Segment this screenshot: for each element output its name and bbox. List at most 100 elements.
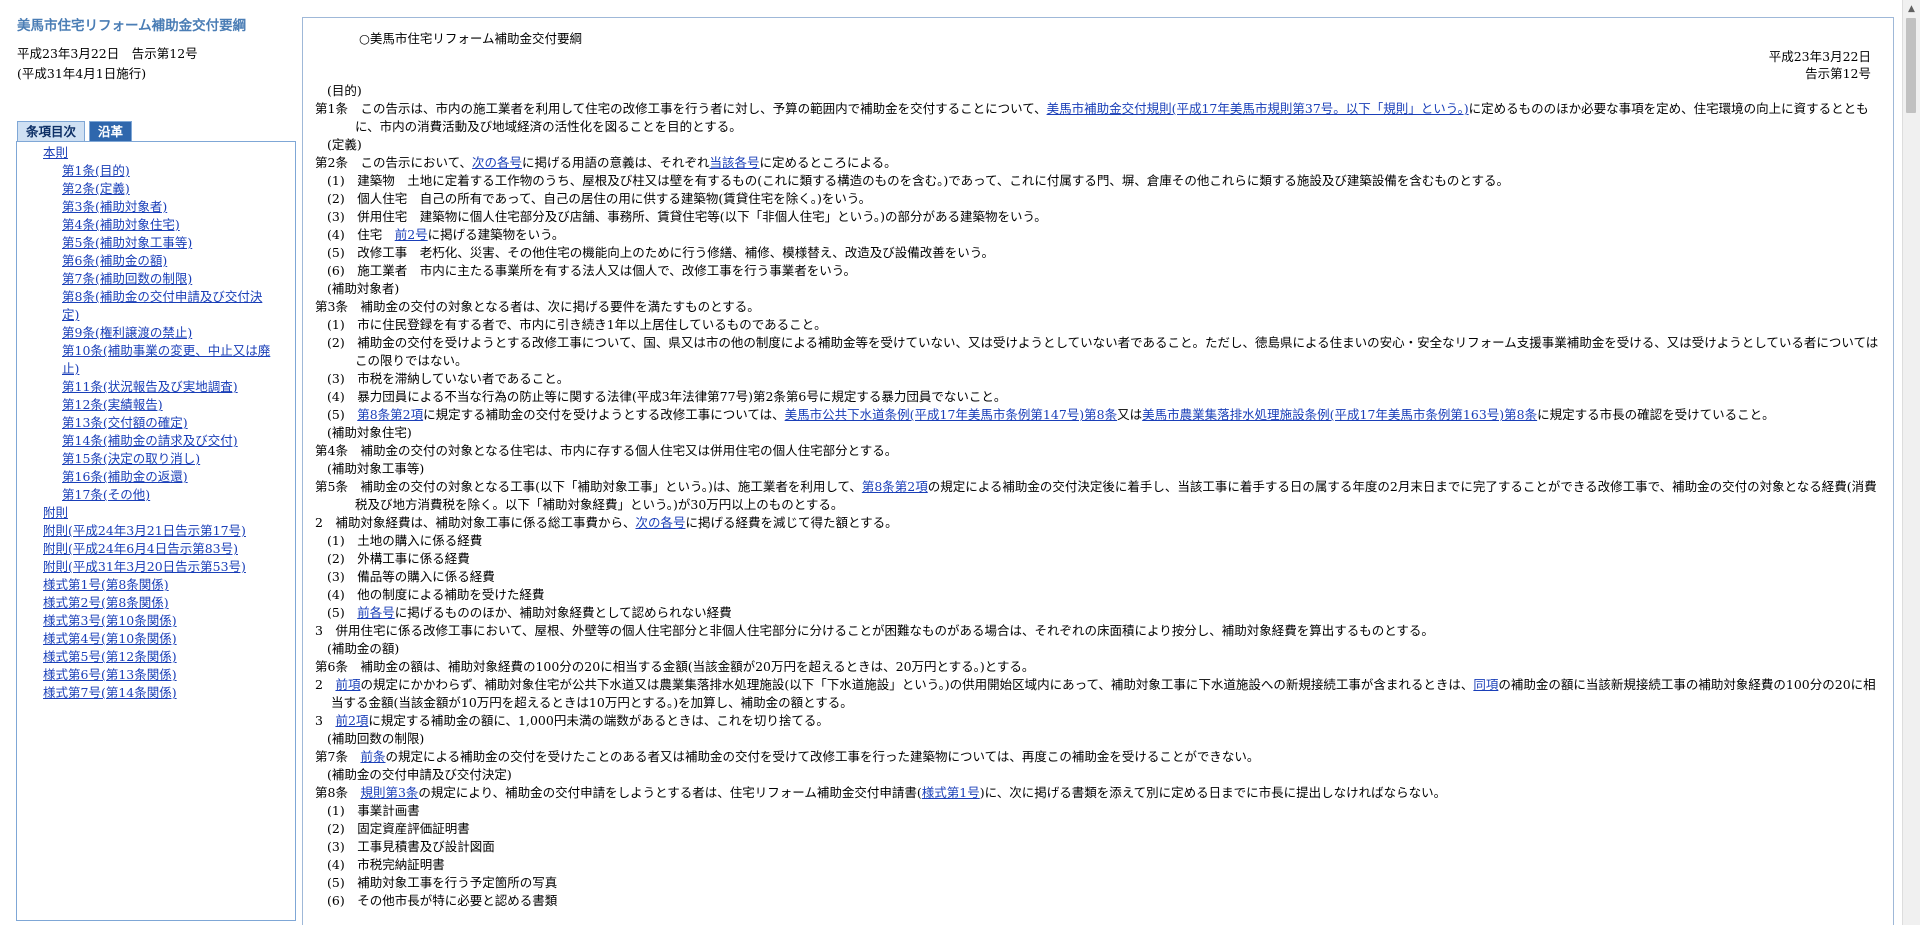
text-segment: 第8条: [315, 785, 361, 800]
text-segment: (1) 土地の購入に係る経費: [327, 533, 483, 548]
toc-link[interactable]: 様式第7号(第14条関係): [17, 684, 295, 702]
text-segment: に規定する補助金の額に、1,000円未満の端数があるときは、これを切り捨てる。: [368, 713, 829, 728]
toc-link[interactable]: 第3条(補助対象者): [17, 198, 295, 216]
text-segment: (補助回数の制限): [327, 731, 425, 746]
article-item: (2) 外構工事に係る経費: [315, 550, 1879, 568]
toc-link[interactable]: 附則(平成24年3月21日告示第17号): [17, 522, 295, 540]
article-item: (2) 補助金の交付を受けようとする改修工事について、国、県又は市の他の制度によ…: [315, 334, 1879, 370]
text-segment: (目的): [327, 83, 362, 98]
text-segment: に掲げるもののほか、補助対象経費として認められない経費: [394, 605, 732, 620]
text-segment: に規定する市長の確認を受けていること。: [1537, 407, 1775, 422]
text-segment: 3 併用住宅に係る改修工事において、屋根、外壁等の個人住宅部分と非個人住宅部分に…: [315, 623, 1434, 638]
reference-link[interactable]: 前各号: [357, 605, 395, 620]
scroll-up-arrow-icon[interactable]: ▲: [1903, 0, 1920, 17]
vertical-scrollbar[interactable]: ▲: [1902, 0, 1920, 925]
reference-link[interactable]: 前項: [335, 677, 360, 692]
text-segment: 第6条 補助金の額は、補助対象経費の100分の20に相当する金額(当該金額が20…: [315, 659, 1035, 674]
toc-link[interactable]: 第11条(状況報告及び実地調査): [17, 378, 295, 396]
text-segment: 2 補助対象経費は、補助対象工事に係る総工事費から、: [315, 515, 636, 530]
toc-link[interactable]: 様式第3号(第10条関係): [17, 612, 295, 630]
toc-link[interactable]: 第6条(補助金の額): [17, 252, 295, 270]
toc-link[interactable]: 様式第1号(第8条関係): [17, 576, 295, 594]
tab-history[interactable]: 沿革: [89, 121, 133, 142]
toc-link[interactable]: 第2条(定義): [17, 180, 295, 198]
document-title: ○美馬市住宅リフォーム補助金交付要綱: [359, 31, 583, 46]
reference-link[interactable]: 第8条第2項: [862, 479, 928, 494]
reference-link[interactable]: 当該各号: [710, 155, 760, 170]
toc-link[interactable]: 様式第4号(第10条関係): [17, 630, 295, 648]
toc-link[interactable]: 第14条(補助金の請求及び交付): [17, 432, 295, 450]
text-segment: 第2条 この告示において、: [315, 155, 472, 170]
toc-link[interactable]: 第13条(交付額の確定): [17, 414, 295, 432]
text-segment: (4) 他の制度による補助を受けた経費: [327, 587, 545, 602]
article-text: 第7条 前条の規定による補助金の交付を受けたことのある者又は補助金の交付を受けて…: [315, 748, 1879, 766]
toc-link[interactable]: 第7条(補助回数の制限): [17, 270, 295, 288]
toc-link[interactable]: 定): [17, 306, 295, 324]
reference-link[interactable]: 美馬市補助金交付規則(平成17年美馬市規則第37号。以下「規則」という。): [1047, 101, 1469, 116]
text-segment: (1) 市に住民登録を有する者で、市内に引き続き1年以上居住しているものであるこ…: [327, 317, 827, 332]
tab-toc[interactable]: 条項目次: [17, 121, 86, 142]
toc-link[interactable]: 第16条(補助金の返還): [17, 468, 295, 486]
toc-link[interactable]: 様式第6号(第13条関係): [17, 666, 295, 684]
toc-link[interactable]: 第8条(補助金の交付申請及び交付決: [17, 288, 295, 306]
text-segment: (補助金の交付申請及び交付決定): [327, 767, 512, 782]
article-text: 第1条 この告示は、市内の施工業者を利用して住宅の改修工事を行う者に対し、予算の…: [315, 100, 1879, 136]
text-segment: (補助金の額): [327, 641, 400, 656]
toc-link[interactable]: 第4条(補助対象住宅): [17, 216, 295, 234]
sidebar-tabs: 条項目次 沿革: [17, 121, 136, 142]
text-segment: に掲げる経費を減じて得た額とする。: [685, 515, 898, 530]
toc-link[interactable]: 様式第2号(第8条関係): [17, 594, 295, 612]
toc-link[interactable]: 第5条(補助対象工事等): [17, 234, 295, 252]
article-caption: (補助金の交付申請及び交付決定): [315, 766, 1879, 784]
reference-link[interactable]: 第8条第2項: [357, 407, 423, 422]
toc-link[interactable]: 第17条(その他): [17, 486, 295, 504]
toc-link[interactable]: 第10条(補助事業の変更、中止又は廃: [17, 342, 295, 360]
toc-link[interactable]: 止): [17, 360, 295, 378]
toc-link[interactable]: 様式第5号(第12条関係): [17, 648, 295, 666]
article-item: (1) 市に住民登録を有する者で、市内に引き続き1年以上居住しているものであるこ…: [315, 316, 1879, 334]
article-item: (1) 土地の購入に係る経費: [315, 532, 1879, 550]
article-item: (5) 改修工事 老朽化、災害、その他住宅の機能向上のために行う修繕、補修、模様…: [315, 244, 1879, 262]
toc-link[interactable]: 附則(平成24年6月4日告示第83号): [17, 540, 295, 558]
text-segment: 第4条 補助金の交付の対象となる住宅は、市内に存する個人住宅又は併用住宅の個人住…: [315, 443, 898, 458]
reference-link[interactable]: 前2項: [335, 713, 368, 728]
article-item: (3) 備品等の購入に係る経費: [315, 568, 1879, 586]
article-item: (3) 市税を滞納していない者であること。: [315, 370, 1879, 388]
text-segment: に規定する補助金の交付を受けようとする改修工事については、: [423, 407, 785, 422]
reference-link[interactable]: 美馬市農業集落排水処理施設条例(平成17年美馬市条例第163号)第8条: [1142, 407, 1537, 422]
article-item: (6) 施工業者 市内に主たる事業所を有する法人又は個人で、改修工事を行う事業者…: [315, 262, 1879, 280]
toc-link[interactable]: 第15条(決定の取り消し): [17, 450, 295, 468]
reference-link[interactable]: 次の各号: [472, 155, 522, 170]
text-segment: (4) 市税完納証明書: [327, 857, 445, 872]
reference-link[interactable]: 美馬市公共下水道条例(平成17年美馬市条例第147号)第8条: [785, 407, 1117, 422]
reference-link[interactable]: 前2号: [395, 227, 428, 242]
text-segment: に掲げる建築物をいう。: [427, 227, 565, 242]
toc-link[interactable]: 本則: [17, 144, 295, 162]
text-segment: (5) 補助対象工事を行う予定箇所の写真: [327, 875, 558, 890]
reference-link[interactable]: 様式第1号: [922, 785, 980, 800]
toc-link[interactable]: 第9条(権利譲渡の禁止): [17, 324, 295, 342]
text-segment: (2) 固定資産評価証明書: [327, 821, 470, 836]
article-caption: (目的): [315, 82, 1879, 100]
text-segment: (5): [327, 407, 358, 422]
toc-link[interactable]: 附則: [17, 504, 295, 522]
reference-link[interactable]: 同項: [1473, 677, 1498, 692]
document-date: 平成23年3月22日: [1768, 49, 1871, 64]
text-segment: 2: [315, 677, 336, 692]
article-caption: (補助対象工事等): [315, 460, 1879, 478]
document-notice-number: 告示第12号: [1805, 66, 1871, 81]
toc-link[interactable]: 附則(平成31年3月20日告示第53号): [17, 558, 295, 576]
reference-link[interactable]: 前条: [360, 749, 385, 764]
reference-link[interactable]: 規則第3条: [360, 785, 418, 800]
text-segment: 第7条: [315, 749, 361, 764]
text-segment: (補助対象工事等): [327, 461, 425, 476]
scroll-thumb[interactable]: [1906, 18, 1916, 113]
toc-link[interactable]: 第1条(目的): [17, 162, 295, 180]
article-item: (2) 固定資産評価証明書: [315, 820, 1879, 838]
article-paragraph: 3 併用住宅に係る改修工事において、屋根、外壁等の個人住宅部分と非個人住宅部分に…: [315, 622, 1879, 640]
toc-link[interactable]: 第12条(実績報告): [17, 396, 295, 414]
reference-link[interactable]: 次の各号: [635, 515, 685, 530]
text-segment: (5) 改修工事 老朽化、災害、その他住宅の機能向上のために行う修繕、補修、模様…: [327, 245, 994, 260]
sidebar: 美馬市住宅リフォーム補助金交付要綱 平成23年3月22日 告示第12号 (平成3…: [14, 14, 298, 921]
text-segment: (3) 市税を滞納していない者であること。: [327, 371, 570, 386]
